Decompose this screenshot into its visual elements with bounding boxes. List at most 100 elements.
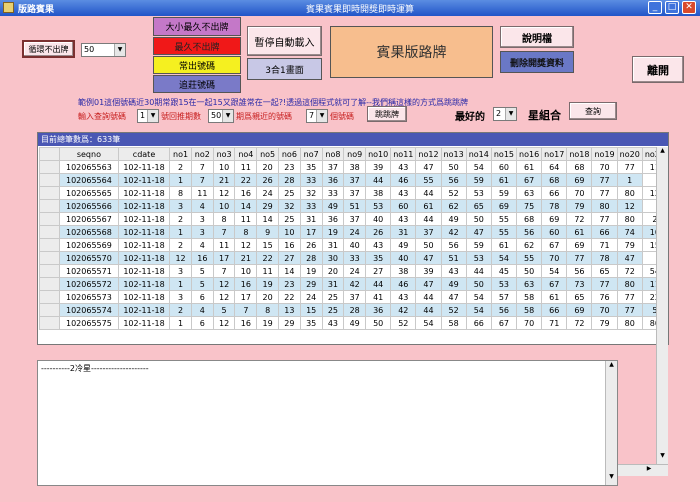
table-cell[interactable]: 49	[343, 316, 367, 330]
table-cell[interactable]: 67	[541, 277, 568, 291]
frequent-numbers-button[interactable]: 常出號碼	[153, 56, 241, 74]
table-cell[interactable]: 80	[616, 186, 643, 200]
table-cell[interactable]: 63	[516, 186, 543, 200]
table-cell[interactable]: 21	[234, 251, 258, 265]
table-cell[interactable]: 80	[616, 316, 643, 330]
row-header[interactable]	[39, 199, 60, 213]
table-cell[interactable]: 70	[591, 160, 618, 174]
table-cell[interactable]: 65	[465, 199, 492, 213]
table-cell[interactable]: 80	[616, 277, 643, 291]
table-cell[interactable]: 46	[390, 173, 417, 187]
table-cell[interactable]: 44	[465, 264, 492, 278]
scroll-up-icon[interactable]: ▲	[657, 147, 668, 159]
table-cell[interactable]: 35	[299, 316, 323, 330]
table-cell[interactable]: 25	[321, 290, 345, 304]
table-cell[interactable]: 102-11-18	[117, 225, 171, 239]
table-cell[interactable]: 66	[541, 303, 568, 317]
table-cell[interactable]: 5	[190, 277, 214, 291]
table-row[interactable]: 102065565 102-11-18 8 11 12 16 24 25 32 33 37 38 43 4…	[39, 186, 669, 200]
column-header-no17[interactable]: no17	[541, 147, 568, 161]
table-cell[interactable]: 16	[234, 316, 258, 330]
table-cell[interactable]: 59	[465, 238, 492, 252]
table-cell[interactable]: 50	[516, 264, 543, 278]
table-cell[interactable]: 102065568	[58, 225, 119, 239]
table-cell[interactable]: 39	[365, 160, 392, 174]
table-cell[interactable]: 31	[321, 238, 345, 252]
table-cell[interactable]: 22	[234, 173, 258, 187]
table-row[interactable]: 102065570 102-11-18 12 16 17 21 22 27 28 30 33 35 40…	[39, 251, 668, 265]
table-cell[interactable]: 8	[256, 303, 280, 317]
table-cell[interactable]: 14	[278, 264, 301, 278]
table-cell[interactable]: 54	[465, 160, 492, 174]
table-cell[interactable]: 60	[541, 225, 568, 239]
table-cell[interactable]: 102065573	[58, 290, 119, 304]
table-cell[interactable]: 77	[566, 251, 593, 265]
table-cell[interactable]: 102-11-18	[117, 238, 171, 252]
row-header[interactable]	[39, 160, 60, 174]
column-header-no10[interactable]: no10	[365, 147, 392, 161]
table-cell[interactable]: 19	[256, 316, 280, 330]
table-cell[interactable]: 58	[440, 316, 467, 330]
table-cell[interactable]: 55	[516, 251, 543, 265]
table-cell[interactable]: 70	[516, 316, 543, 330]
table-cell[interactable]: 16	[278, 238, 301, 252]
table-cell[interactable]: 47	[440, 290, 467, 304]
column-header-seqno[interactable]: seqno	[58, 147, 119, 161]
table-cell[interactable]: 66	[465, 316, 492, 330]
row-header[interactable]	[39, 316, 60, 330]
table-cell[interactable]: 49	[440, 212, 467, 226]
table-cell[interactable]: 4	[190, 238, 214, 252]
table-cell[interactable]: 76	[591, 290, 618, 304]
table-cell[interactable]: 102-11-18	[117, 212, 171, 226]
scroll-right-icon[interactable]: ▶	[643, 465, 655, 476]
table-cell[interactable]: 40	[365, 212, 392, 226]
table-cell[interactable]: 51	[343, 199, 367, 213]
table-cell[interactable]: 1	[169, 277, 192, 291]
column-header-no9[interactable]: no9	[343, 147, 367, 161]
table-cell[interactable]: 35	[299, 160, 323, 174]
row-header[interactable]	[39, 290, 60, 304]
row-header[interactable]	[39, 186, 60, 200]
table-cell[interactable]: 39	[415, 264, 442, 278]
table-cell[interactable]: 102-11-18	[117, 186, 171, 200]
table-cell[interactable]: 11	[234, 160, 258, 174]
table-cell[interactable]: 61	[516, 160, 543, 174]
table-cell[interactable]: 20	[256, 290, 280, 304]
table-cell[interactable]: 19	[299, 264, 323, 278]
table-cell[interactable]: 52	[440, 186, 467, 200]
table-cell[interactable]: 69	[566, 238, 593, 252]
table-cell[interactable]: 77	[591, 173, 618, 187]
exit-button[interactable]: 離開	[632, 56, 684, 83]
table-cell[interactable]: 49	[321, 199, 345, 213]
table-cell[interactable]: 57	[490, 290, 518, 304]
table-cell[interactable]: 24	[343, 264, 367, 278]
table-cell[interactable]: 16	[190, 251, 214, 265]
table-cell[interactable]: 4	[190, 303, 214, 317]
table-cell[interactable]: 102065575	[58, 316, 119, 330]
column-header-no1[interactable]: no1	[169, 147, 192, 161]
table-cell[interactable]: 50	[415, 238, 442, 252]
table-cell[interactable]: 61	[566, 225, 593, 239]
table-cell[interactable]: 23	[278, 160, 301, 174]
query-periods-select[interactable]: 50 ▼	[208, 109, 234, 123]
table-cell[interactable]: 75	[516, 199, 543, 213]
best-count-select[interactable]: 2 ▼	[493, 107, 517, 121]
table-cell[interactable]: 102-11-18	[117, 160, 171, 174]
row-header[interactable]	[39, 303, 60, 317]
table-cell[interactable]: 9	[256, 225, 280, 239]
table-cell[interactable]: 25	[278, 212, 301, 226]
table-cell[interactable]: 61	[541, 290, 568, 304]
table-cell[interactable]: 77	[616, 303, 643, 317]
table-cell[interactable]: 1	[616, 173, 643, 187]
table-cell[interactable]: 69	[566, 173, 593, 187]
table-row[interactable]: 102065567 102-11-18 2 3 8 11 14 25 31 36 37 40 43 44 4…	[39, 212, 669, 226]
table-cell[interactable]: 19	[256, 277, 280, 291]
table-cell[interactable]: 33	[299, 199, 323, 213]
row-header[interactable]	[39, 251, 60, 265]
table-cell[interactable]: 40	[390, 251, 417, 265]
jump-card-button[interactable]: 跳跳牌	[367, 106, 407, 122]
table-cell[interactable]: 41	[365, 290, 392, 304]
table-cell[interactable]: 29	[299, 277, 323, 291]
column-header-no14[interactable]: no14	[465, 147, 492, 161]
column-header-no13[interactable]: no13	[440, 147, 467, 161]
